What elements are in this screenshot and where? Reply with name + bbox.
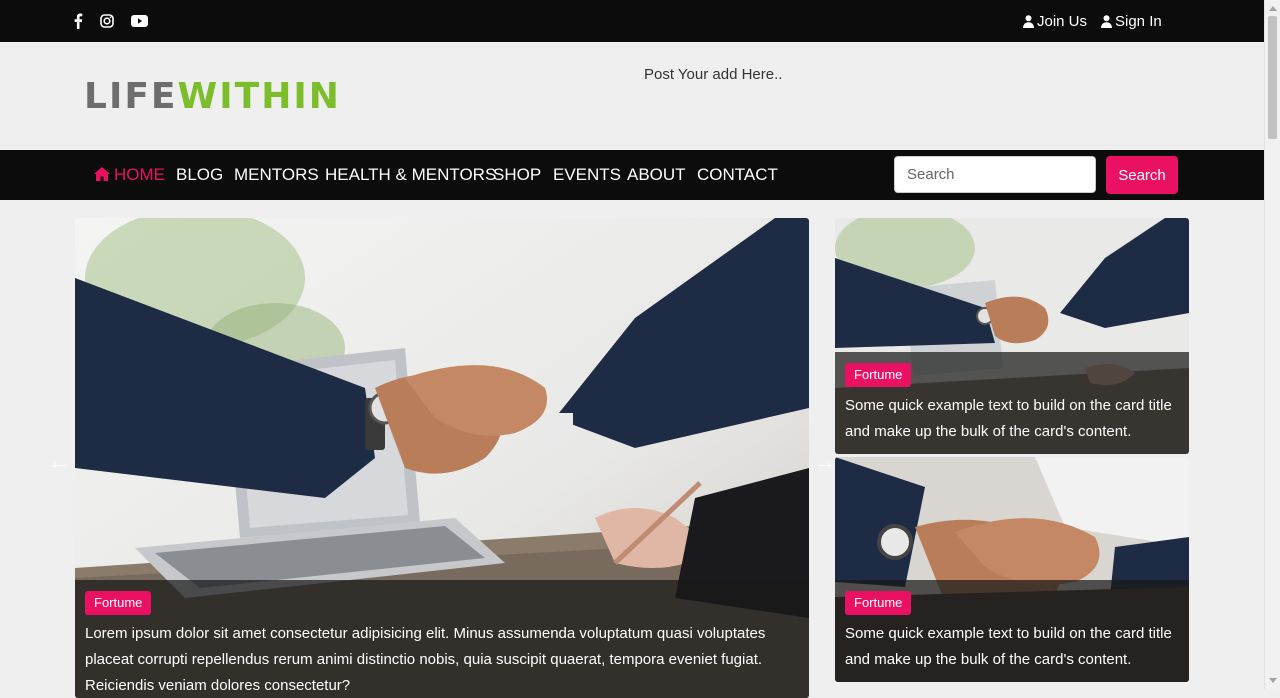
category-badge[interactable]: Fortume (85, 591, 152, 615)
sign-in-link[interactable]: Sign In (1101, 0, 1162, 42)
nav-item-about[interactable]: ABOUT (627, 150, 686, 200)
featured-text: Lorem ipsum dolor sit amet consectetur a… (85, 625, 766, 694)
nav-home-label: HOME (114, 165, 165, 184)
side-card-text: Some quick example text to build on the … (845, 397, 1172, 440)
sign-in-label: Sign In (1115, 12, 1162, 30)
category-badge[interactable]: Fortume (845, 363, 912, 387)
side-card[interactable]: Fortume Some quick example text to build… (835, 457, 1189, 682)
youtube-icon[interactable] (130, 0, 148, 42)
scroll-thumb[interactable] (1268, 16, 1277, 139)
page-scrollbar[interactable] (1264, 0, 1280, 689)
nav-item-events[interactable]: EVENTS (553, 150, 621, 200)
nav-item-health-mentors[interactable]: HEALTH & MENTORS (325, 150, 496, 200)
carousel-prev-arrow[interactable]: ← (48, 449, 70, 475)
nav-item-contact[interactable]: CONTACT (697, 150, 778, 200)
search-input[interactable] (894, 156, 1096, 193)
side-card-text: Some quick example text to build on the … (845, 625, 1172, 668)
instagram-icon[interactable] (99, 0, 115, 42)
ad-placeholder: Post Your add Here.. (644, 66, 783, 83)
scroll-down-arrow[interactable] (1269, 678, 1277, 683)
search-button[interactable]: Search (1106, 156, 1178, 194)
nav-item-home[interactable]: HOME (94, 150, 165, 200)
category-badge[interactable]: Fortume (845, 591, 912, 615)
featured-card[interactable]: Fortume Lorem ipsum dolor sit amet conse… (75, 218, 809, 698)
side-card[interactable]: Fortume Some quick example text to build… (835, 218, 1189, 454)
nav-item-shop[interactable]: SHOP (493, 150, 541, 200)
facebook-icon[interactable] (70, 0, 86, 42)
top-bar: Join Us Sign In (0, 0, 1264, 42)
logo-life: LIFE (84, 76, 178, 117)
logo-within: WITHIN (177, 76, 341, 117)
nav-item-mentors[interactable]: MENTORS (234, 150, 319, 200)
join-us-label: Join Us (1037, 12, 1088, 30)
home-icon (94, 151, 110, 201)
join-us-link[interactable]: Join Us (1023, 0, 1087, 42)
nav-item-blog[interactable]: BLOG (176, 150, 223, 200)
user-icon (1101, 14, 1112, 28)
scroll-up-arrow[interactable] (1269, 6, 1277, 11)
carousel-next-arrow[interactable]: → (814, 449, 836, 475)
site-logo[interactable]: LIFEWITHIN (84, 79, 341, 115)
user-icon (1023, 14, 1034, 28)
